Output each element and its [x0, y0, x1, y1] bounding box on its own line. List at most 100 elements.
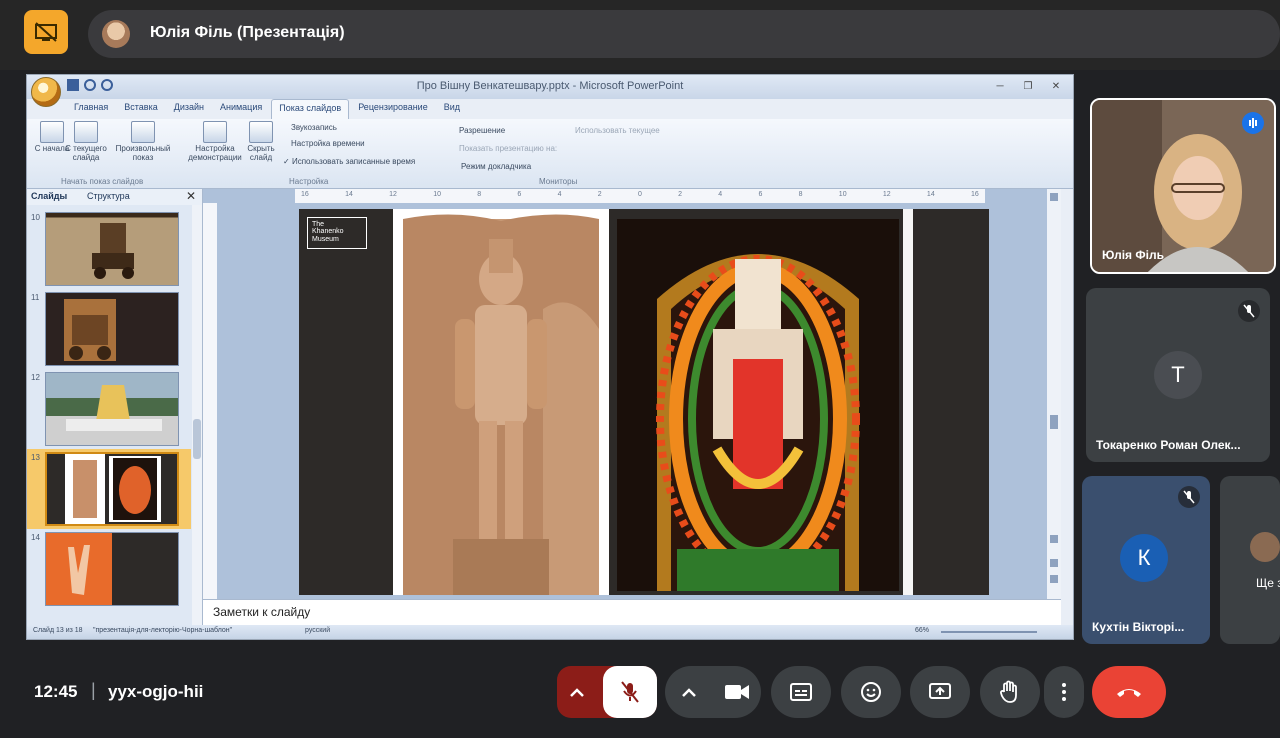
show-on-select[interactable]: Показать презентацию на: [459, 144, 557, 153]
next-slide-icon[interactable] [1050, 575, 1058, 583]
khanenko-museum-logo: The Khanenko Museum [307, 217, 367, 249]
ribbon: С начала С текущего слайда Произвольный … [27, 119, 1073, 189]
tab-view[interactable]: Вид [437, 99, 467, 119]
scroll-up-icon[interactable] [1050, 193, 1058, 201]
present-screen-icon [929, 683, 951, 699]
ribbon-tabs: Главная Вставка Дизайн Анимация Показ сл… [67, 99, 467, 119]
close-icon[interactable]: ✕ [186, 189, 196, 203]
slide-notes[interactable]: Заметки к слайду [203, 599, 1061, 625]
custom-show-button[interactable]: Произвольный показ [113, 121, 173, 163]
participant-name: Токаренко Роман Олек... [1096, 438, 1241, 452]
raise-hand-button[interactable] [980, 666, 1040, 718]
rehearse-timings-button[interactable]: Настройка времени [291, 139, 365, 148]
present-screen-button[interactable] [910, 666, 970, 718]
use-timings-checkbox[interactable]: ✓ Использовать записанные время [283, 157, 415, 166]
slide-thumbnail[interactable]: 14 [27, 529, 191, 609]
slide-preview [45, 372, 179, 446]
previous-slide-icon[interactable] [1050, 559, 1058, 567]
from-current-button[interactable]: С текущего слайда [63, 121, 109, 163]
current-slide[interactable]: The Khanenko Museum [299, 209, 989, 595]
minimize-icon[interactable]: ─ [987, 78, 1013, 94]
maximize-icon[interactable]: ❐ [1015, 78, 1041, 94]
slide-number: 13 [31, 453, 40, 462]
presenter-info-bar: Юлія Філь (Презентація) [88, 10, 1280, 58]
slide-number: 14 [31, 533, 40, 542]
vertical-ruler [203, 203, 217, 599]
document-title: Про Вішну Венкатешвару.pptx - Microsoft … [416, 80, 684, 92]
presenter-avatar [102, 20, 130, 48]
language: русский [305, 627, 331, 634]
office-button[interactable] [31, 77, 61, 107]
presenting-screen-icon[interactable] [24, 10, 68, 54]
slide-number: 12 [31, 373, 40, 382]
captions-button[interactable] [771, 666, 831, 718]
temple-photo-icon [66, 385, 162, 431]
record-narration-button[interactable]: Звукозапись [291, 123, 337, 132]
shared-screen: Про Вішну Венкатешвару.pptx - Microsoft … [26, 74, 1074, 640]
hide-slide-button[interactable]: Скрыть слайд [243, 121, 279, 163]
tab-outline[interactable]: Структура [87, 191, 130, 201]
slides-panel-scrollbar[interactable] [192, 205, 202, 625]
more-vert-icon [1062, 683, 1066, 701]
mic-off-icon [621, 681, 639, 703]
panel-tabs: Слайды Структура ✕ [27, 189, 202, 205]
slide-thumbnail-selected[interactable]: 13 [27, 449, 191, 529]
scrollbar-thumb[interactable] [193, 419, 201, 459]
meet-window: Юлія Філь (Презентація) Про Вішну Венкат… [0, 0, 1280, 738]
venkateshwara-image[interactable] [617, 219, 899, 591]
more-options-button[interactable] [1044, 666, 1084, 718]
tab-animation[interactable]: Анимация [213, 99, 269, 119]
tab-insert[interactable]: Вставка [117, 99, 164, 119]
participant-tile[interactable]: К Кухтін Вікторі... [1082, 476, 1210, 644]
participant-tile-speaker[interactable]: Юлія Філь [1090, 98, 1276, 274]
close-icon[interactable]: ✕ [1043, 78, 1069, 94]
more-participants-tile[interactable]: Ще з [1220, 476, 1280, 644]
top-bar: Юлія Філь (Презентація) [0, 0, 1280, 70]
participant-tile[interactable]: Т Токаренко Роман Олек... [1086, 288, 1270, 462]
slideshow-start-icon [40, 121, 64, 143]
participant-name: Кухтін Вікторі... [1092, 620, 1185, 634]
tab-design[interactable]: Дизайн [167, 99, 211, 119]
presenter-view-checkbox[interactable]: Режим докладчика [461, 162, 531, 171]
zoom-slider[interactable] [941, 631, 1037, 633]
horizontal-ruler: 16 14 12 10 8 6 4 2 0 2 4 6 8 10 12 14 16 [295, 189, 985, 203]
more-participants-label: Ще з [1256, 576, 1280, 590]
slide-thumbnail[interactable]: 10 [27, 209, 191, 289]
setup-show-icon [203, 121, 227, 143]
resolution-select[interactable]: Использовать текущее [575, 126, 660, 135]
captions-icon [790, 683, 812, 701]
slide-area-scrollbar[interactable] [1047, 189, 1061, 599]
camera-icon[interactable] [723, 681, 751, 703]
bottom-controls-bar: 12:45 | yyx-ogjo-hii [0, 648, 1280, 738]
hang-up-icon [1117, 689, 1141, 697]
reactions-button[interactable] [841, 666, 901, 718]
slide-preview [45, 212, 179, 286]
scrollbar-thumb[interactable] [1050, 415, 1058, 429]
temple-car-photo-icon [64, 299, 116, 361]
mic-toggle-button[interactable] [603, 666, 657, 718]
powerpoint-titlebar: Про Вішну Венкатешвару.pptx - Microsoft … [27, 75, 1073, 99]
tab-home[interactable]: Главная [67, 99, 115, 119]
leave-call-button[interactable] [1092, 666, 1166, 718]
divider: | [91, 680, 96, 700]
mic-off-icon [1178, 486, 1200, 508]
scroll-down-icon[interactable] [1050, 535, 1058, 543]
setup-show-button[interactable]: Настройка демонстрации [187, 121, 243, 163]
wooden-statue-image[interactable] [393, 209, 609, 595]
tab-slides[interactable]: Слайды [31, 191, 67, 201]
participant-avatar [1250, 532, 1280, 562]
slide-thumbnail[interactable]: 11 [27, 289, 191, 369]
chevron-up-icon[interactable] [669, 666, 709, 718]
hide-slide-icon [249, 121, 273, 143]
slide-thumbnail[interactable]: 12 [27, 369, 191, 449]
participant-name: Юлія Філь [1102, 248, 1164, 262]
slide-preview [45, 292, 179, 366]
tab-slideshow[interactable]: Показ слайдов [271, 99, 350, 119]
tab-review[interactable]: Рецензирование [351, 99, 435, 119]
wooden-vishnu-sculpture-icon [403, 214, 599, 595]
zoom-level: 66% [915, 627, 930, 634]
group-setup-label: Настройка [289, 177, 329, 186]
custom-show-icon [131, 121, 155, 143]
resolution-label: Разрешение [459, 126, 506, 135]
hand-photo-icon [46, 533, 112, 605]
